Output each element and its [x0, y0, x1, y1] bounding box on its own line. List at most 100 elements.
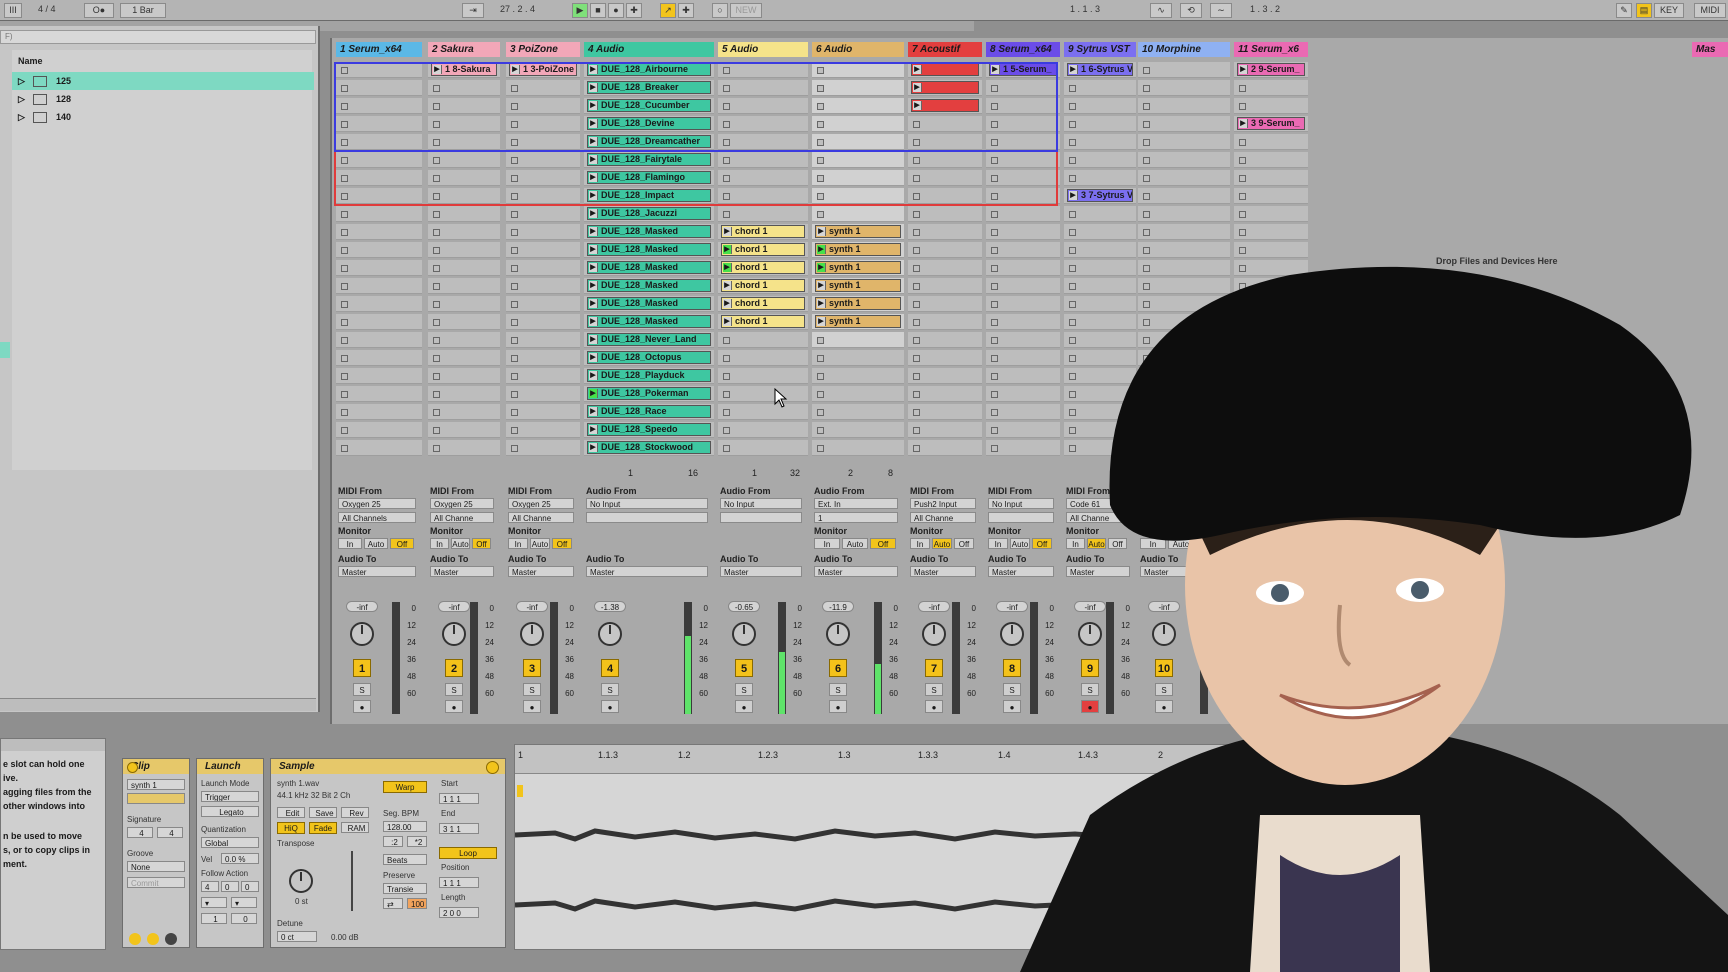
clip-launch-icon[interactable]: ▶	[589, 227, 598, 236]
clip-stop-icon[interactable]	[511, 355, 518, 362]
clip-launch-icon[interactable]: ▶	[589, 209, 598, 218]
follow-action-bars[interactable]: 4	[201, 881, 219, 892]
clip-stop-icon[interactable]	[433, 301, 440, 308]
solo-button[interactable]: S	[601, 683, 619, 696]
clip-launch-icon[interactable]: ▶	[589, 263, 598, 272]
clip-launch-icon[interactable]: ▶	[589, 317, 598, 326]
clip-launch-icon[interactable]: ▶	[1239, 65, 1248, 74]
record-icon[interactable]: ●	[608, 3, 624, 18]
clip-stop-icon[interactable]	[433, 355, 440, 362]
clip-stop-icon[interactable]	[341, 427, 348, 434]
clip-stop-icon[interactable]	[433, 247, 440, 254]
track-header[interactable]: 11 Serum_x6	[1234, 42, 1308, 57]
clip-slot[interactable]	[1234, 224, 1308, 240]
clip-slot[interactable]	[1138, 170, 1230, 186]
clip-slot[interactable]	[336, 224, 422, 240]
clip-slot[interactable]	[428, 314, 500, 330]
clip-stop-icon[interactable]	[913, 391, 920, 398]
preserve-select[interactable]: Transie	[383, 883, 427, 894]
arm-icon[interactable]: ●	[735, 700, 753, 713]
clip-stop-icon[interactable]	[991, 229, 998, 236]
clip-launch-icon[interactable]: ▶	[589, 371, 598, 380]
clip-slot[interactable]	[718, 350, 808, 366]
key-map-button[interactable]: KEY	[1654, 3, 1684, 18]
clip-slot[interactable]	[336, 206, 422, 222]
expand-icon[interactable]: ▷	[18, 94, 25, 104]
clip-launch-icon[interactable]: ▶	[589, 281, 598, 290]
clip-slot[interactable]	[1064, 206, 1136, 222]
clip[interactable]: ▶ synth 1	[815, 261, 901, 274]
clip-slot[interactable]	[336, 422, 422, 438]
clip-stop-icon[interactable]	[1239, 211, 1246, 218]
clip-slot[interactable]	[506, 242, 580, 258]
clip-stop-icon[interactable]	[913, 301, 920, 308]
clip-stop-icon[interactable]	[433, 265, 440, 272]
launch-mode-select[interactable]: Trigger	[201, 791, 259, 802]
loop-button[interactable]: Loop	[439, 847, 497, 859]
clip-stop-icon[interactable]	[1239, 139, 1246, 146]
clip-slot[interactable]	[1234, 152, 1308, 168]
clip-stop-icon[interactable]	[511, 319, 518, 326]
solo-button[interactable]: S	[829, 683, 847, 696]
clip-launch-icon[interactable]: ▶	[723, 263, 732, 272]
loop-start[interactable]: 1 . 1 . 3	[1070, 3, 1140, 16]
groove-select[interactable]: None	[127, 861, 185, 872]
song-position[interactable]: 27 . 2 . 4	[500, 3, 570, 16]
input-channel-select[interactable]: All Channe	[430, 512, 494, 523]
clip[interactable]: ▶ chord 1	[721, 279, 805, 292]
follow-action-sixteenths[interactable]: 0	[241, 881, 259, 892]
punch-in-icon[interactable]: ∿	[1150, 3, 1172, 18]
computer-keyboard-icon[interactable]: ▤	[1636, 3, 1652, 18]
clip-slot[interactable]	[1234, 206, 1308, 222]
clip-launch-icon[interactable]: ▶	[589, 425, 598, 434]
monitor-auto-button[interactable]: Auto	[530, 538, 550, 549]
clip-stop-icon[interactable]	[341, 409, 348, 416]
clip-slot[interactable]	[336, 314, 422, 330]
track-header[interactable]: 8 Serum_x64	[986, 42, 1060, 57]
re-enable-automation-icon[interactable]: ✚	[678, 3, 694, 18]
clip-stop-icon[interactable]	[1143, 157, 1150, 164]
clip-launch-icon[interactable]: ▶	[723, 317, 732, 326]
clip-launch-icon[interactable]: ▶	[1239, 119, 1248, 128]
clip-stop-icon[interactable]	[341, 355, 348, 362]
arm-icon[interactable]: ●	[829, 700, 847, 713]
input-type-select[interactable]: Ext. In	[814, 498, 898, 509]
clip-stop-icon[interactable]	[511, 265, 518, 272]
input-channel-select[interactable]: All Channe	[508, 512, 574, 523]
clip-stop-icon[interactable]	[1143, 211, 1150, 218]
clip-slot[interactable]	[1138, 224, 1230, 240]
clip-slot[interactable]	[336, 368, 422, 384]
clip-slot[interactable]	[1138, 116, 1230, 132]
pan-knob[interactable]	[520, 622, 544, 646]
clip-stop-icon[interactable]	[511, 283, 518, 290]
clip-stop-icon[interactable]	[723, 445, 730, 452]
clip-stop-icon[interactable]	[433, 427, 440, 434]
solo-button[interactable]: S	[523, 683, 541, 696]
clip-slot[interactable]	[1234, 80, 1308, 96]
clip-stop-icon[interactable]	[511, 409, 518, 416]
clip-stop-icon[interactable]	[817, 409, 824, 416]
clip-launch-icon[interactable]: ▶	[723, 245, 732, 254]
arm-icon[interactable]: ●	[523, 700, 541, 713]
clip-stop-icon[interactable]	[341, 301, 348, 308]
clip-stop-icon[interactable]	[817, 355, 824, 362]
clip-slot[interactable]	[718, 332, 808, 348]
clip-launch-icon[interactable]: ▶	[589, 335, 598, 344]
clip-slot[interactable]	[1064, 80, 1136, 96]
clip-slot[interactable]	[1234, 98, 1308, 114]
clip-slot[interactable]	[506, 296, 580, 312]
monitor-in-button[interactable]: In	[430, 538, 449, 549]
clip-launch-icon[interactable]: ▶	[589, 353, 598, 362]
monitor-off-button[interactable]: Off	[870, 538, 896, 549]
clip-slot[interactable]	[812, 422, 904, 438]
clip-stop-icon[interactable]	[723, 373, 730, 380]
output-select[interactable]: Master	[430, 566, 494, 577]
clip-slot[interactable]	[1138, 134, 1230, 150]
half-tempo-button[interactable]: :2	[383, 836, 403, 847]
input-channel-select[interactable]: 1	[814, 512, 898, 523]
clip-launch-icon[interactable]: ▶	[589, 389, 598, 398]
clip-launch-icon[interactable]: ▶	[723, 227, 732, 236]
monitor-in-button[interactable]: In	[508, 538, 528, 549]
clip-stop-icon[interactable]	[433, 373, 440, 380]
midi-map-button[interactable]: MIDI	[1694, 3, 1726, 18]
